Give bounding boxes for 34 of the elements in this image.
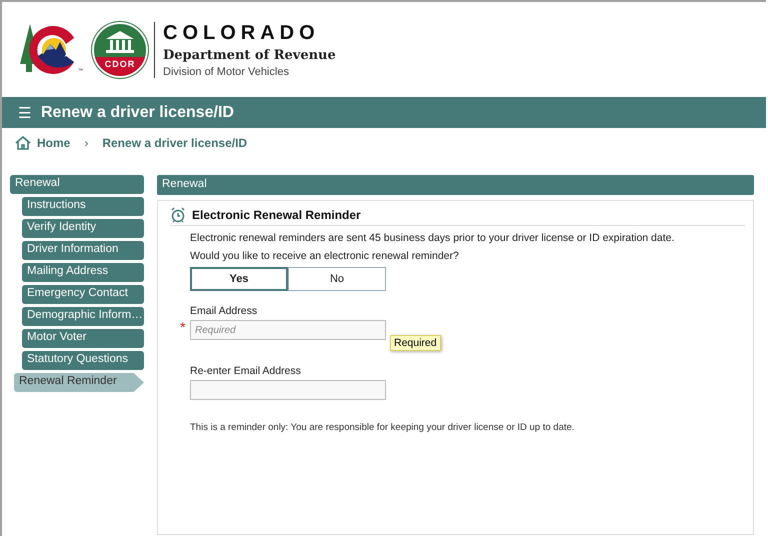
option-button[interactable]: No [288, 267, 386, 291]
option-button[interactable]: Yes [190, 267, 288, 291]
section-title: Electronic Renewal Reminder [192, 208, 361, 222]
sidebar-item[interactable]: Verify Identity [22, 219, 144, 238]
sidebar-item[interactable]: Driver Information [22, 241, 144, 260]
info-text: Electronic renewal reminders are sent 45 business days prior to your driver license or ID expiration date. [190, 232, 676, 244]
cdor-logo: CDOR [92, 22, 148, 78]
home-icon[interactable] [15, 136, 31, 150]
question-text: Would you like to receive an electronic renewal reminder? [190, 250, 460, 262]
department-name: Department of Revenue [163, 48, 336, 62]
sidebar-item[interactable]: Statutory Questions [22, 351, 144, 370]
sidebar-group[interactable]: Renewal [10, 175, 144, 194]
state-title: COLORADO [163, 22, 321, 44]
sidebar-item[interactable]: Renewal Reminder [14, 373, 144, 392]
sidebar-item[interactable]: Mailing Address [22, 263, 144, 282]
field-label: Re-enter Email Address [190, 365, 302, 377]
required-mark: * [180, 319, 186, 335]
tooltip: Required [390, 335, 441, 351]
division-name: Division of Motor Vehicles [163, 66, 290, 78]
breadcrumb-link[interactable]: Renew a driver license/ID [102, 136, 248, 150]
menu-icon[interactable]: ☰ [18, 104, 31, 122]
alarm-clock-icon [170, 207, 186, 223]
sidebar-item[interactable]: Demographic Inform… [22, 307, 144, 326]
panel-header: Renewal [157, 175, 754, 195]
input-field[interactable] [190, 380, 386, 400]
note-text: This is a reminder only: You are responsible for keeping your driver license or ID up to date. [190, 422, 576, 433]
sidebar-item[interactable]: Instructions [22, 197, 144, 216]
field-label: Email Address [190, 305, 258, 317]
breadcrumb-link[interactable]: Home [37, 136, 70, 150]
input-field[interactable]: Required [190, 320, 386, 340]
sidebar-item[interactable]: Emergency Contact [22, 285, 144, 304]
breadcrumb-separator: › [84, 136, 88, 150]
page-title: Renew a driver license/ID [41, 104, 234, 122]
sidebar-item[interactable]: Motor Voter [22, 329, 144, 348]
